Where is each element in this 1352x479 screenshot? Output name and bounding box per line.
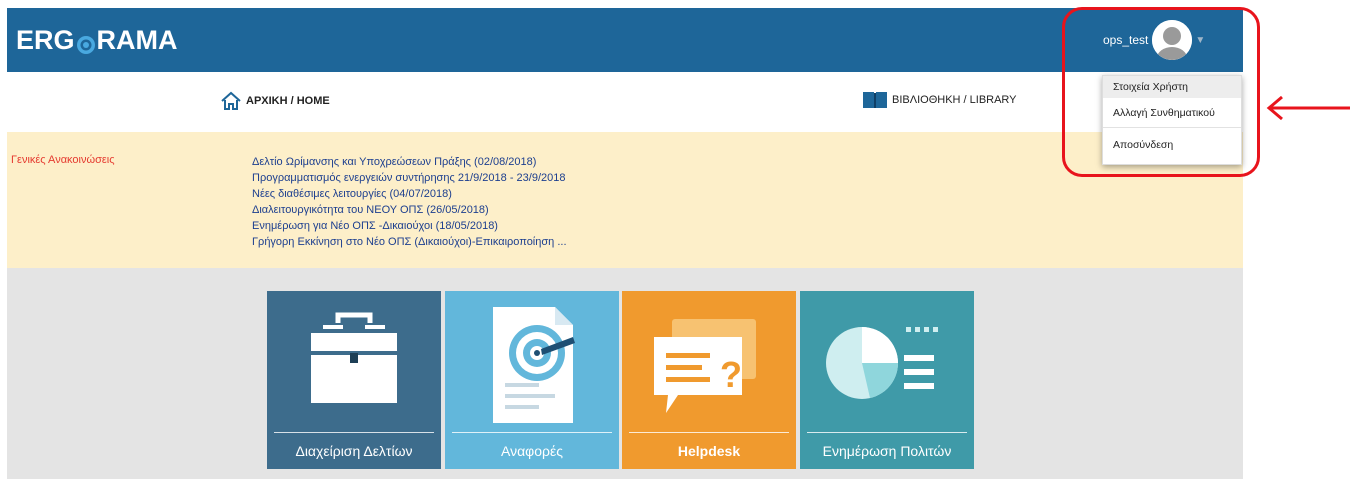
nav-library[interactable]: ΒΙΒΛΙΟΘΗΚΗ / LIBRARY (862, 91, 1017, 109)
announcement-link[interactable]: Διαλειτουργικότητα του ΝΕΟΥ ΟΠΣ (26/05/2… (252, 202, 567, 218)
tile-helpdesk[interactable]: ? Helpdesk (622, 291, 796, 469)
tile-label: Διαχείριση Δελτίων (295, 443, 413, 459)
svg-text:?: ? (720, 354, 742, 395)
logo-text-right: RAMA (96, 25, 178, 55)
announcements-panel: Γενικές Ανακοινώσεις Δελτίο Ωρίμανσης κα… (7, 132, 1243, 268)
announcement-link[interactable]: Γρήγορη Εκκίνηση στο Νέο ΟΠΣ (Δικαιούχοι… (252, 234, 567, 250)
book-icon (863, 92, 887, 108)
tile-label: Helpdesk (677, 443, 741, 459)
announcement-link[interactable]: Δελτίο Ωρίμανσης και Υποχρεώσεων Πράξης … (252, 154, 567, 170)
help-chat-icon: ? (654, 319, 756, 413)
nav-home[interactable]: ΑΡΧΙΚΗ / HOME (220, 91, 330, 111)
tile-reports[interactable]: Αναφορές (445, 291, 619, 469)
briefcase-icon (311, 312, 397, 403)
tile-citizens[interactable]: Ενημέρωση Πολιτών (800, 291, 974, 469)
main-nav: ΑΡΧΙΚΗ / HOME ΒΙΒΛΙΟΘΗΚΗ / LIBRARY (7, 72, 1243, 132)
tile-label: Αναφορές (501, 443, 563, 459)
home-icon (221, 91, 241, 110)
announcement-list: Δελτίο Ωρίμανσης και Υποχρεώσεων Πράξης … (252, 154, 567, 250)
tile-deltia[interactable]: Διαχείριση Δελτίων (267, 291, 441, 469)
top-header: ERG RAMA ops_test ▼ (7, 8, 1243, 72)
report-target-icon (493, 307, 575, 423)
announcements-title: Γενικές Ανακοινώσεις (11, 154, 115, 166)
pie-chart-list-icon (826, 327, 938, 399)
logo-gear-icon (76, 31, 96, 54)
logo-text-left: ERG (16, 25, 75, 55)
announcement-link[interactable]: Ενημέρωση για Νέο ΟΠΣ -Δικαιούχοι (18/05… (252, 218, 567, 234)
announcement-link[interactable]: Προγραμματισμός ενεργειών συντήρησης 21/… (252, 170, 567, 186)
announcement-link[interactable]: Νέες διαθέσιμες λειτουργίες (04/07/2018) (252, 186, 567, 202)
annotation-arrow-icon (1266, 95, 1350, 121)
nav-home-label: ΑΡΧΙΚΗ / HOME (246, 95, 330, 107)
annotation-highlight-box (1062, 7, 1260, 177)
tile-label: Ενημέρωση Πολιτών (822, 443, 952, 459)
nav-library-label: ΒΙΒΛΙΟΘΗΚΗ / LIBRARY (892, 94, 1017, 106)
ergorama-logo[interactable]: ERG RAMA (16, 25, 178, 56)
app-frame: ERG RAMA ops_test ▼ ΑΡΧΙΚΗ / HOME ΒΙΒΛΙΟ… (7, 8, 1243, 479)
